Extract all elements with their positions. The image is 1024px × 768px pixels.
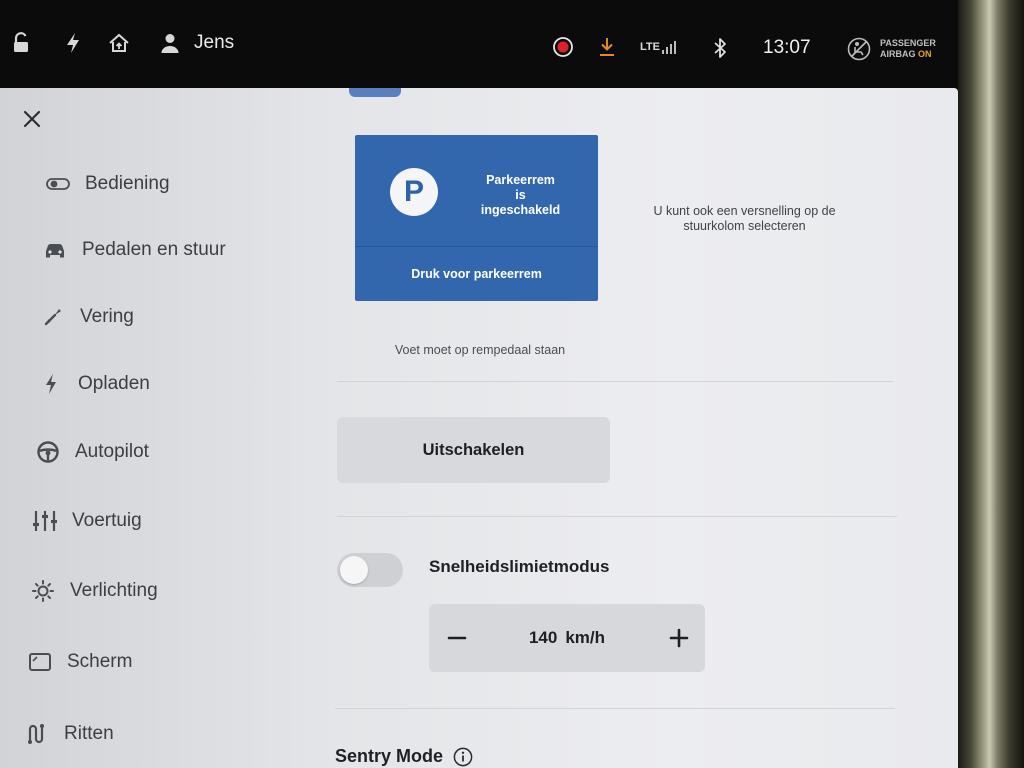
parking-brake-p-icon: P [390, 168, 438, 216]
sun-icon [30, 578, 56, 604]
sidebar-item-label: Bediening [85, 173, 170, 194]
minus-icon [447, 636, 467, 640]
sidebar-item-label: Voertuig [72, 510, 142, 531]
passenger-airbag-status: PASSENGER AIRBAG ON [880, 38, 936, 60]
sidebar-item-label: Vering [80, 306, 134, 327]
sidebar-item-ritten[interactable]: Ritten [24, 721, 114, 747]
section-divider [335, 708, 895, 709]
sidebar-item-opladen[interactable]: Opladen [38, 371, 150, 397]
sidebar-item-pedalen-en-stuur[interactable]: Pedalen en stuur [42, 237, 226, 263]
parking-brake-status-line3: ingeschakeld [480, 203, 561, 217]
scrolled-off-control [349, 88, 401, 97]
parking-brake-status-line2: is [515, 188, 526, 202]
close-icon [23, 110, 41, 128]
airbag-label-2: AIRBAG [880, 49, 916, 59]
parking-brake-status-line1: Parkeerrem [486, 173, 555, 187]
info-icon[interactable] [453, 747, 473, 767]
parking-brake-status-text: Parkeerrem is ingeschakeld [463, 173, 578, 218]
airbag-label-1: PASSENGER [880, 38, 936, 48]
plus-icon [669, 628, 689, 648]
sentry-mode-label: Sentry Mode [335, 746, 444, 766]
download-update-icon[interactable] [595, 35, 619, 59]
airbag-status-value: ON [918, 49, 932, 59]
sidebar-item-scherm[interactable]: Scherm [27, 649, 132, 675]
speed-limit-unit: km/h [565, 628, 606, 647]
speed-decrease-button[interactable] [439, 620, 475, 656]
sliders-icon [32, 508, 58, 534]
profile-user-name[interactable]: Jens [194, 32, 234, 54]
speed-limit-value: 140 km/h [489, 604, 645, 672]
dashcam-record-icon[interactable] [551, 35, 575, 59]
disengage-button[interactable]: Uitschakelen [337, 417, 610, 483]
speed-limit-number: 140 [528, 628, 558, 647]
sidebar-item-vering[interactable]: Vering [40, 304, 134, 330]
sidebar-item-verlichting[interactable]: Verlichting [30, 578, 158, 604]
speed-increase-button[interactable] [661, 620, 697, 656]
status-bar: Jens LTE 13:07 PASSENGER AIRBAG ON [0, 0, 1024, 90]
car-icon [42, 237, 68, 263]
sidebar-item-voertuig[interactable]: Voertuig [32, 508, 142, 534]
screen-bezel [958, 0, 1024, 768]
section-divider [337, 381, 893, 382]
parking-brake-status: P Parkeerrem is ingeschakeld [355, 135, 598, 247]
bolt-icon [38, 371, 64, 397]
route-icon [24, 721, 50, 747]
toggle-icon [45, 171, 71, 197]
section-divider [337, 516, 897, 517]
sidebar-item-label: Opladen [78, 373, 150, 394]
sidebar-item-label: Pedalen en stuur [82, 239, 226, 260]
sentry-mode-row: Sentry Mode [335, 746, 473, 767]
sidebar-item-label: Autopilot [75, 441, 149, 462]
toggle-knob [340, 556, 368, 584]
display-icon [27, 649, 53, 675]
sidebar-item-label: Ritten [64, 723, 114, 744]
speed-limit-label: Snelheidslimietmodus [429, 557, 610, 576]
airbag-off-icon [846, 36, 872, 62]
controls-panel: Bediening Pedalen en stuur Vering Oplade… [0, 88, 958, 768]
sidebar-item-label: Verlichting [70, 580, 158, 601]
speed-limit-stepper: 140 km/h [429, 604, 705, 672]
speed-limit-toggle[interactable] [337, 553, 403, 587]
brake-pedal-hint: Voet moet op rempedaal staan [394, 343, 566, 357]
charging-bolt-icon[interactable] [62, 30, 84, 56]
steering-wheel-icon [35, 439, 61, 465]
close-button[interactable] [20, 107, 44, 131]
lte-label: LTE [640, 41, 660, 53]
airbag-label-line-2: AIRBAG ON [880, 49, 936, 60]
sidebar-item-autopilot[interactable]: Autopilot [35, 439, 149, 465]
gear-selection-hint: U kunt ook een versnelling op de stuurko… [653, 204, 836, 233]
profile-user-icon[interactable] [158, 30, 182, 56]
parking-brake-button[interactable]: Druk voor parkeerrem [355, 247, 598, 301]
bluetooth-icon[interactable] [709, 35, 731, 61]
sidebar-item-bediening[interactable]: Bediening [45, 171, 170, 197]
parking-brake-card: P Parkeerrem is ingeschakeld Druk voor p… [355, 135, 598, 301]
unlock-icon[interactable] [10, 30, 32, 56]
lte-signal-icon: LTE [640, 38, 677, 56]
clock-time: 13:07 [763, 37, 811, 58]
wrench-icon [40, 304, 66, 330]
sidebar-item-label: Scherm [67, 651, 133, 672]
homelink-garage-icon[interactable] [107, 30, 131, 56]
